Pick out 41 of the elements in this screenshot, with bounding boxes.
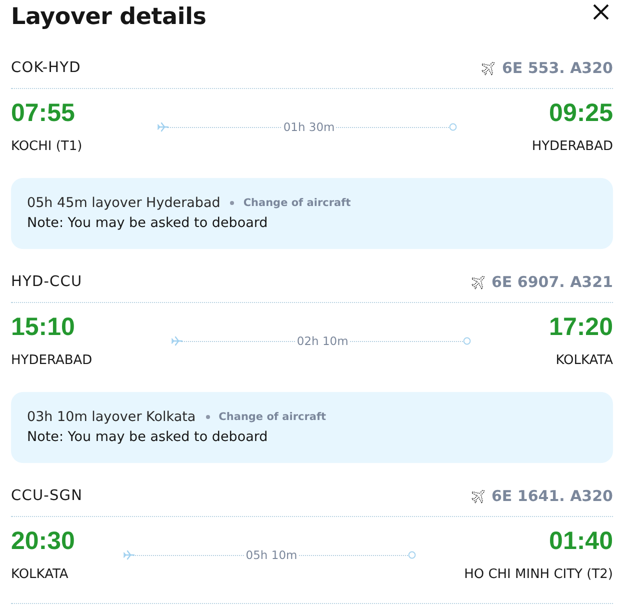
ring-icon — [408, 551, 416, 559]
departure-time: 20:30 — [11, 526, 75, 556]
duration-label: 01h 30m — [282, 120, 336, 134]
flight-number: 6E 1641. A320 — [492, 486, 613, 507]
route-code: HYD-CCU — [11, 273, 82, 292]
layover-duration-text: 05h 45m layover Hyderabad — [27, 194, 220, 213]
departure-city: KOLKATA — [11, 566, 70, 584]
plane-icon — [480, 60, 497, 76]
flight-number: 6E 6907. A321 — [492, 272, 613, 293]
departure-time: 07:55 — [11, 98, 76, 128]
departure-city: KOCHI (T1) — [11, 138, 82, 156]
plane-icon — [470, 488, 486, 504]
duration-label: 02h 10m — [296, 334, 350, 348]
arrival-city: HYDERABAD — [532, 138, 613, 156]
bullet-icon — [206, 415, 210, 419]
ring-icon — [462, 337, 471, 345]
route-code: CCU-SGN — [11, 487, 83, 506]
plane-icon — [170, 336, 183, 346]
arrival-time: 17:20 — [549, 312, 613, 342]
arrival-time: 01:40 — [549, 526, 613, 556]
deboard-note: Note: You may be asked to deboard — [27, 214, 269, 233]
aircraft-change-label: Change of aircraft — [218, 410, 326, 425]
dialog-title: Layover details — [11, 3, 206, 32]
arrival-city: KOLKATA — [556, 352, 613, 370]
arrival-city: HO CHI MINH CITY (T2) — [464, 566, 613, 584]
plane-icon — [122, 550, 135, 560]
deboard-note: Note: You may be asked to deboard — [27, 428, 269, 447]
duration-label: 05h 10m — [244, 548, 298, 562]
plane-icon — [157, 122, 170, 132]
aircraft-change-label: Change of aircraft — [243, 196, 351, 211]
bullet-icon — [230, 201, 234, 205]
plane-icon — [470, 274, 486, 290]
departure-time: 15:10 — [11, 312, 76, 342]
close-button[interactable] — [593, 4, 609, 20]
arrival-time: 09:25 — [549, 98, 613, 128]
ring-icon — [449, 123, 458, 131]
flight-number: 6E 553. A320 — [502, 58, 613, 79]
departure-city: HYDERABAD — [11, 352, 92, 370]
route-code: COK-HYD — [11, 59, 81, 78]
close-icon — [593, 4, 609, 20]
layover-duration-text: 03h 10m layover Kolkata — [27, 408, 196, 427]
